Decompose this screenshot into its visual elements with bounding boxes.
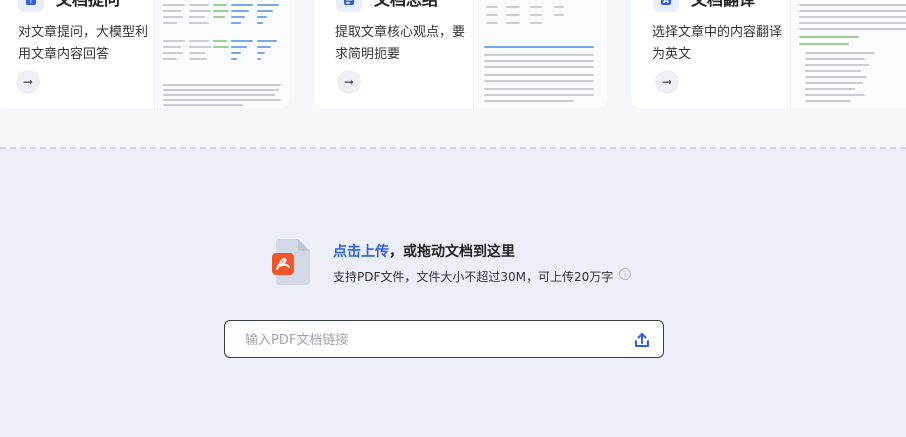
doc-summary-icon [336, 0, 362, 12]
card-title: 文档翻译 [691, 0, 755, 10]
upload-dropzone[interactable] [0, 149, 906, 437]
pdf-file-icon[interactable] [272, 239, 312, 285]
card-preview-thumbnail [473, 0, 607, 108]
arrow-icon[interactable]: ➞ [337, 70, 361, 94]
arrow-icon[interactable]: ➞ [655, 70, 679, 94]
upload-icon[interactable] [631, 329, 653, 351]
arrow-icon[interactable]: ➞ [16, 70, 40, 94]
card-preview-thumbnail [790, 0, 906, 108]
card-doc-translate[interactable]: A 文档翻译 选择文章中的内容翻译为英文 ➞ [631, 0, 906, 108]
card-preview-thumbnail [154, 0, 290, 108]
pdf-url-box [224, 320, 664, 358]
upload-hint: 支持PDF文件，文件大小不超过30M，可上传20万字 [333, 270, 614, 284]
card-doc-summary[interactable]: 文档总结 提取文章核心观点，要求简明扼要 ➞ [314, 0, 607, 108]
upload-title-rest: ，或拖动文档到这里 [389, 244, 515, 260]
card-title: 文档总结 [374, 0, 438, 10]
pdf-url-input[interactable] [245, 330, 615, 350]
card-title: 文档提问 [56, 0, 120, 10]
svg-text:A: A [663, 0, 670, 5]
click-upload-link[interactable]: 点击上传 [333, 244, 389, 260]
doc-question-icon: ? [18, 0, 44, 12]
card-description: 选择文章中的内容翻译为英文 [652, 25, 783, 62]
doc-translate-icon: A [653, 0, 679, 12]
feature-cards-area: ? 文档提问 对文章提问，大模型利用文章内容回答 ➞ 文档总结 提取文章核心观点… [0, 0, 906, 148]
svg-text:?: ? [29, 0, 34, 6]
card-description: 对文章提问，大模型利用文章内容回答 [18, 25, 149, 62]
card-doc-qa[interactable]: ? 文档提问 对文章提问，大模型利用文章内容回答 ➞ [0, 0, 290, 108]
info-icon[interactable]: i [619, 268, 631, 280]
card-description: 提取文章核心观点，要求简明扼要 [335, 25, 466, 62]
upload-title: 点击上传，或拖动文档到这里 [333, 241, 515, 261]
